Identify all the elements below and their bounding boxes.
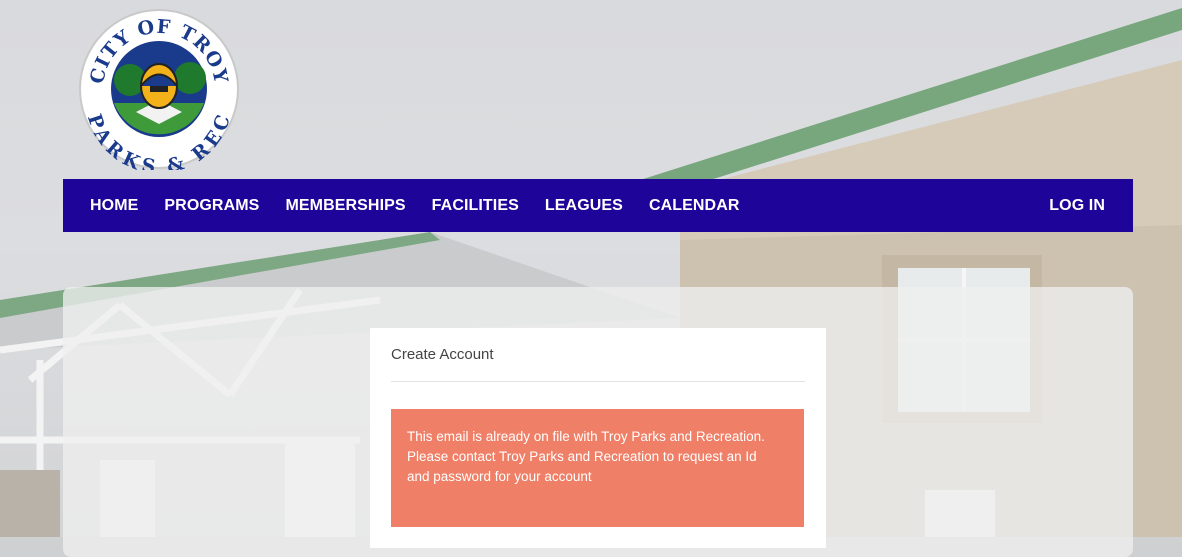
nav-programs[interactable]: PROGRAMS bbox=[164, 197, 259, 215]
city-of-troy-logo[interactable]: CITY OF TROY PARKS & REC bbox=[78, 8, 240, 178]
nav-links: HOME PROGRAMS MEMBERSHIPS FACILITIES LEA… bbox=[63, 197, 766, 215]
alert-message: This email is already on file with Troy … bbox=[407, 429, 765, 484]
nav-home[interactable]: HOME bbox=[90, 197, 138, 215]
error-alert: This email is already on file with Troy … bbox=[391, 409, 804, 527]
main-navbar: HOME PROGRAMS MEMBERSHIPS FACILITIES LEA… bbox=[63, 179, 1133, 232]
nav-memberships[interactable]: MEMBERSHIPS bbox=[285, 197, 405, 215]
nav-calendar[interactable]: CALENDAR bbox=[649, 197, 740, 215]
create-account-card: Create Account This email is already on … bbox=[370, 328, 826, 548]
card-title: Create Account bbox=[391, 346, 494, 363]
nav-leagues[interactable]: LEAGUES bbox=[545, 197, 623, 215]
divider bbox=[391, 381, 805, 382]
nav-login[interactable]: LOG IN bbox=[1049, 197, 1105, 214]
nav-facilities[interactable]: FACILITIES bbox=[432, 197, 519, 215]
